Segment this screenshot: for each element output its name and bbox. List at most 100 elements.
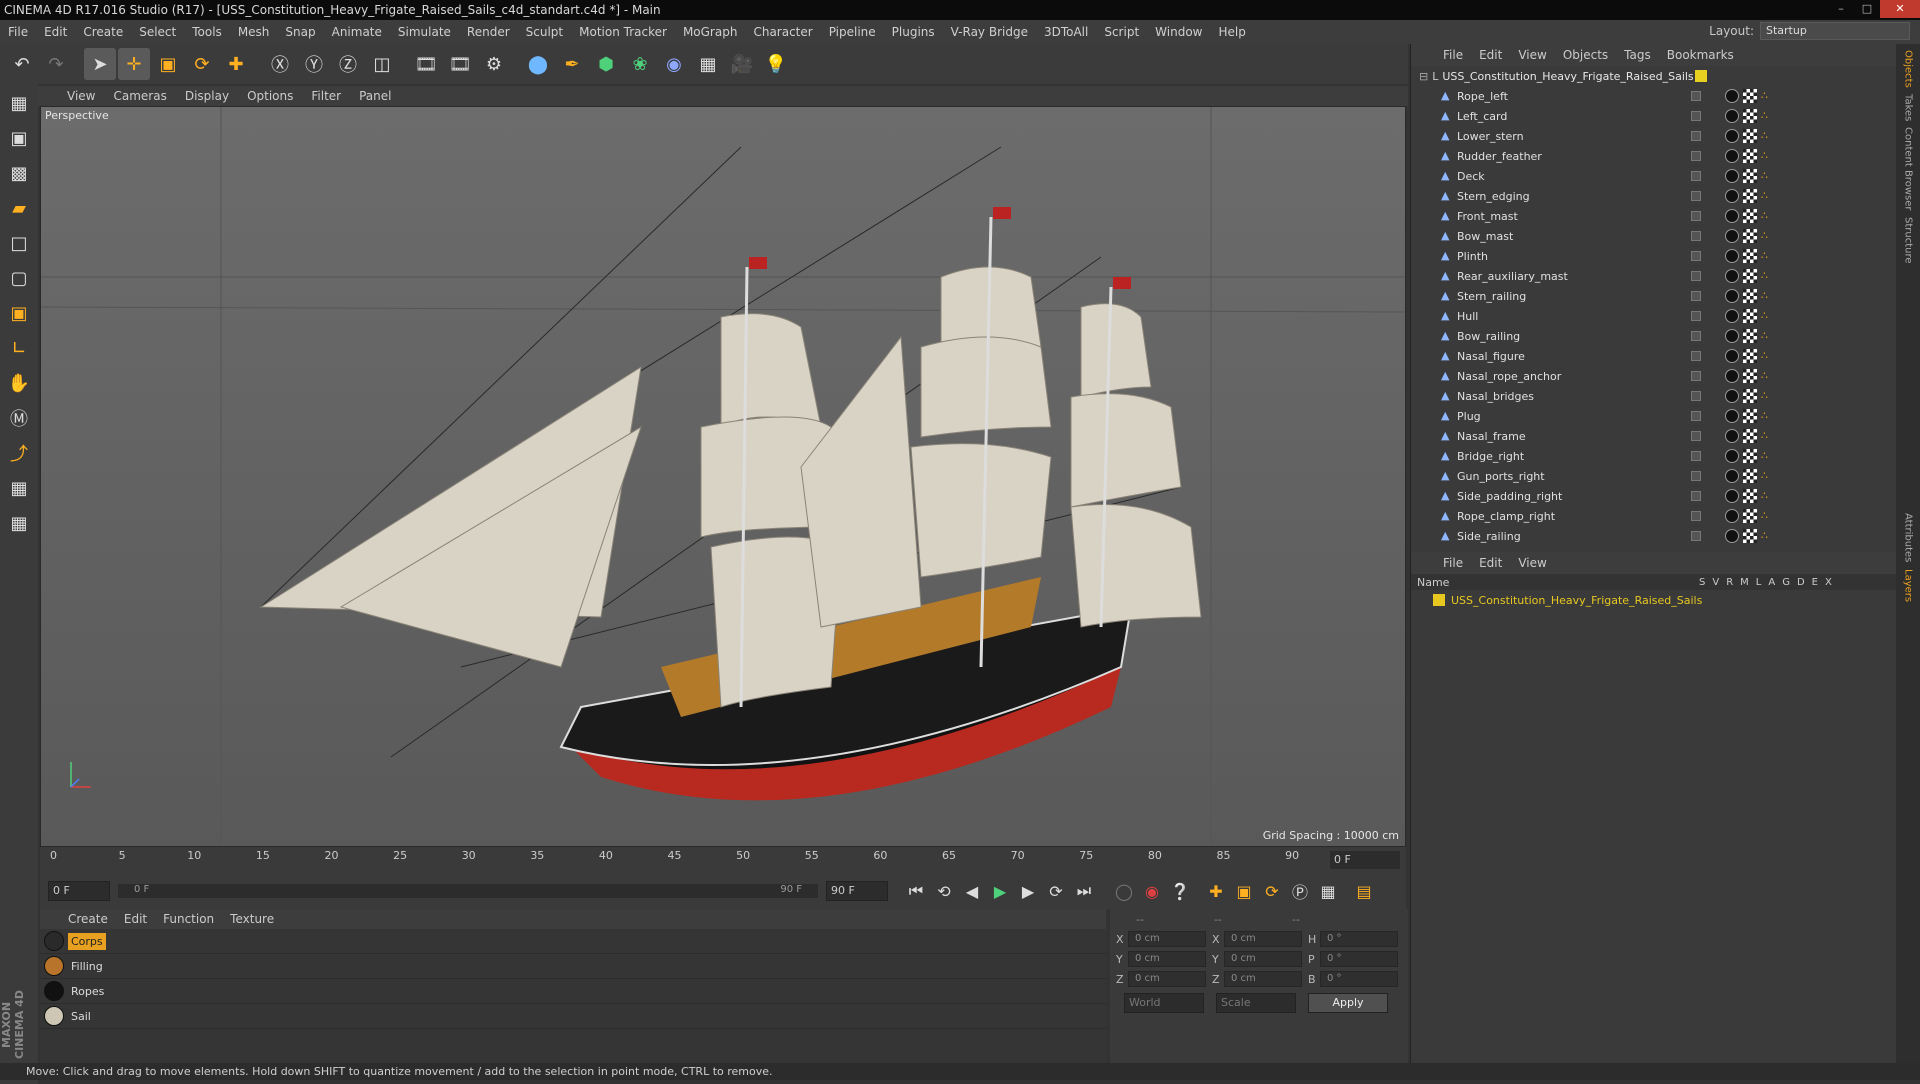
edit-toggle-icon[interactable] [1691,451,1701,461]
object-row[interactable]: ▲ Nasal_figure ∴ [1411,346,1896,366]
visibility-toggles[interactable] [1691,331,1701,341]
material-tag-icon[interactable] [1725,349,1739,363]
object-row[interactable]: ▲ Front_mast ∴ [1411,206,1896,226]
edit-toggle-icon[interactable] [1691,331,1701,341]
motion-record-icon[interactable]: ◯ [1110,877,1138,905]
edit-toggle-icon[interactable] [1691,531,1701,541]
menu-sculpt[interactable]: Sculpt [518,25,571,39]
edit-toggle-icon[interactable] [1691,211,1701,221]
material-tag-icon[interactable] [1725,109,1739,123]
material-tag-icon[interactable] [1725,369,1739,383]
rotation-p-field[interactable]: 0 ° [1320,951,1398,967]
scale-select[interactable]: Scale [1216,993,1296,1013]
scale-icon[interactable]: ▣ [152,48,184,80]
visibility-toggles[interactable] [1691,411,1701,421]
edit-toggle-icon[interactable] [1691,511,1701,521]
rotation-h-field[interactable]: 0 ° [1320,931,1398,947]
minimize-button[interactable]: – [1828,0,1854,18]
viewport-menu-view[interactable]: View [58,89,104,103]
maximize-button[interactable]: □ [1854,0,1880,18]
menu-edit[interactable]: Edit [36,25,75,39]
texture-tag-icon[interactable] [1743,449,1757,463]
axis-mode-icon[interactable]: ∟ [3,332,35,364]
material-menu-texture[interactable]: Texture [222,912,282,926]
texture-tag-icon[interactable] [1743,229,1757,243]
visibility-toggles[interactable] [1691,431,1701,441]
object-row[interactable]: ▲ Plug ∴ [1411,406,1896,426]
texture-tag-icon[interactable] [1743,389,1757,403]
tab-content-browser[interactable]: Content Browser [1903,127,1914,210]
size-z-field[interactable]: 0 cm [1224,971,1302,987]
subdivision-icon[interactable]: ⬢ [590,48,622,80]
position-x-field[interactable]: 0 cm [1128,931,1206,947]
material-tag-icon[interactable] [1725,129,1739,143]
timeline-ruler[interactable]: 0 5 10 15 20 25 30 35 40 45 50 55 60 65 70 75 80 85 90 0 F [40,847,1406,873]
visibility-toggles[interactable] [1691,111,1701,121]
visibility-toggles[interactable] [1691,91,1701,101]
object-row[interactable]: ▲ Rope_left ∴ [1411,86,1896,106]
visibility-toggles[interactable] [1691,191,1701,201]
magnet-icon[interactable]: ⤴ [3,437,35,469]
menu-file[interactable]: File [0,25,36,39]
texture-tag-icon[interactable] [1743,89,1757,103]
uvw-tag-icon[interactable]: ∴ [1761,489,1771,503]
viewport-menu-filter[interactable]: Filter [302,89,350,103]
end-frame-field[interactable]: 90 F [826,881,888,901]
material-tag-icon[interactable] [1725,189,1739,203]
material-tag-icon[interactable] [1725,229,1739,243]
material-tag-icon[interactable] [1725,429,1739,443]
material-tag-icon[interactable] [1725,469,1739,483]
layer-menu-view[interactable]: View [1510,556,1554,570]
material-tag-icon[interactable] [1725,509,1739,523]
uvw-tag-icon[interactable]: ∴ [1761,169,1771,183]
object-row[interactable]: ▲ Left_card ∴ [1411,106,1896,126]
material-tag-icon[interactable] [1725,249,1739,263]
recent-tool-icon[interactable]: ✚ [220,48,252,80]
world-select[interactable]: World [1124,993,1204,1013]
material-tag-icon[interactable] [1725,389,1739,403]
texture-mode-icon[interactable]: ▩ [3,157,35,189]
uvw-tag-icon[interactable]: ∴ [1761,409,1771,423]
menu-simulate[interactable]: Simulate [390,25,459,39]
texture-tag-icon[interactable] [1743,489,1757,503]
object-row[interactable]: ▲ Lower_stern ∴ [1411,126,1896,146]
object-row[interactable]: ▲ Rope_clamp_right ∴ [1411,506,1896,526]
close-button[interactable]: ✕ [1880,0,1920,18]
tab-structure[interactable]: Structure [1903,217,1914,264]
material-item[interactable]: Sail [40,1004,1106,1029]
key-scale-icon[interactable]: ▣ [1230,877,1258,905]
visibility-toggles[interactable] [1691,451,1701,461]
texture-tag-icon[interactable] [1743,529,1757,543]
texture-tag-icon[interactable] [1743,309,1757,323]
object-row[interactable]: ▲ Plinth ∴ [1411,246,1896,266]
object-row[interactable]: ▲ Nasal_bridges ∴ [1411,386,1896,406]
menu-animate[interactable]: Animate [324,25,390,39]
visibility-toggles[interactable] [1691,511,1701,521]
coordinate-system-icon[interactable]: ◫ [366,48,398,80]
object-row[interactable]: ▲ Nasal_frame ∴ [1411,426,1896,446]
edit-toggle-icon[interactable] [1691,291,1701,301]
autokey-icon[interactable]: ❔ [1166,877,1194,905]
object-menu-edit[interactable]: Edit [1471,48,1510,62]
current-frame-field[interactable]: 0 F [1330,851,1400,869]
key-rotation-icon[interactable]: ⟳ [1258,877,1286,905]
object-menu-objects[interactable]: Objects [1555,48,1616,62]
menu-select[interactable]: Select [131,25,184,39]
make-editable-icon[interactable]: ▦ [3,87,35,119]
uvw-tag-icon[interactable]: ∴ [1761,449,1771,463]
material-tag-icon[interactable] [1725,89,1739,103]
visibility-toggles[interactable] [1691,531,1701,541]
texture-tag-icon[interactable] [1743,129,1757,143]
uvw-tag-icon[interactable]: ∴ [1761,229,1771,243]
visibility-toggles[interactable] [1691,351,1701,361]
object-row[interactable]: ▲ Bridge_right ∴ [1411,446,1896,466]
edit-toggle-icon[interactable] [1691,231,1701,241]
edges-mode-icon[interactable]: ▢ [3,262,35,294]
edit-toggle-icon[interactable] [1691,371,1701,381]
viewport-menu-display[interactable]: Display [176,89,238,103]
layer-menu-file[interactable]: File [1435,556,1471,570]
material-tag-icon[interactable] [1725,329,1739,343]
visibility-toggles[interactable] [1691,131,1701,141]
size-y-field[interactable]: 0 cm [1224,951,1302,967]
lock-workplane-icon[interactable]: ▦ [3,472,35,504]
